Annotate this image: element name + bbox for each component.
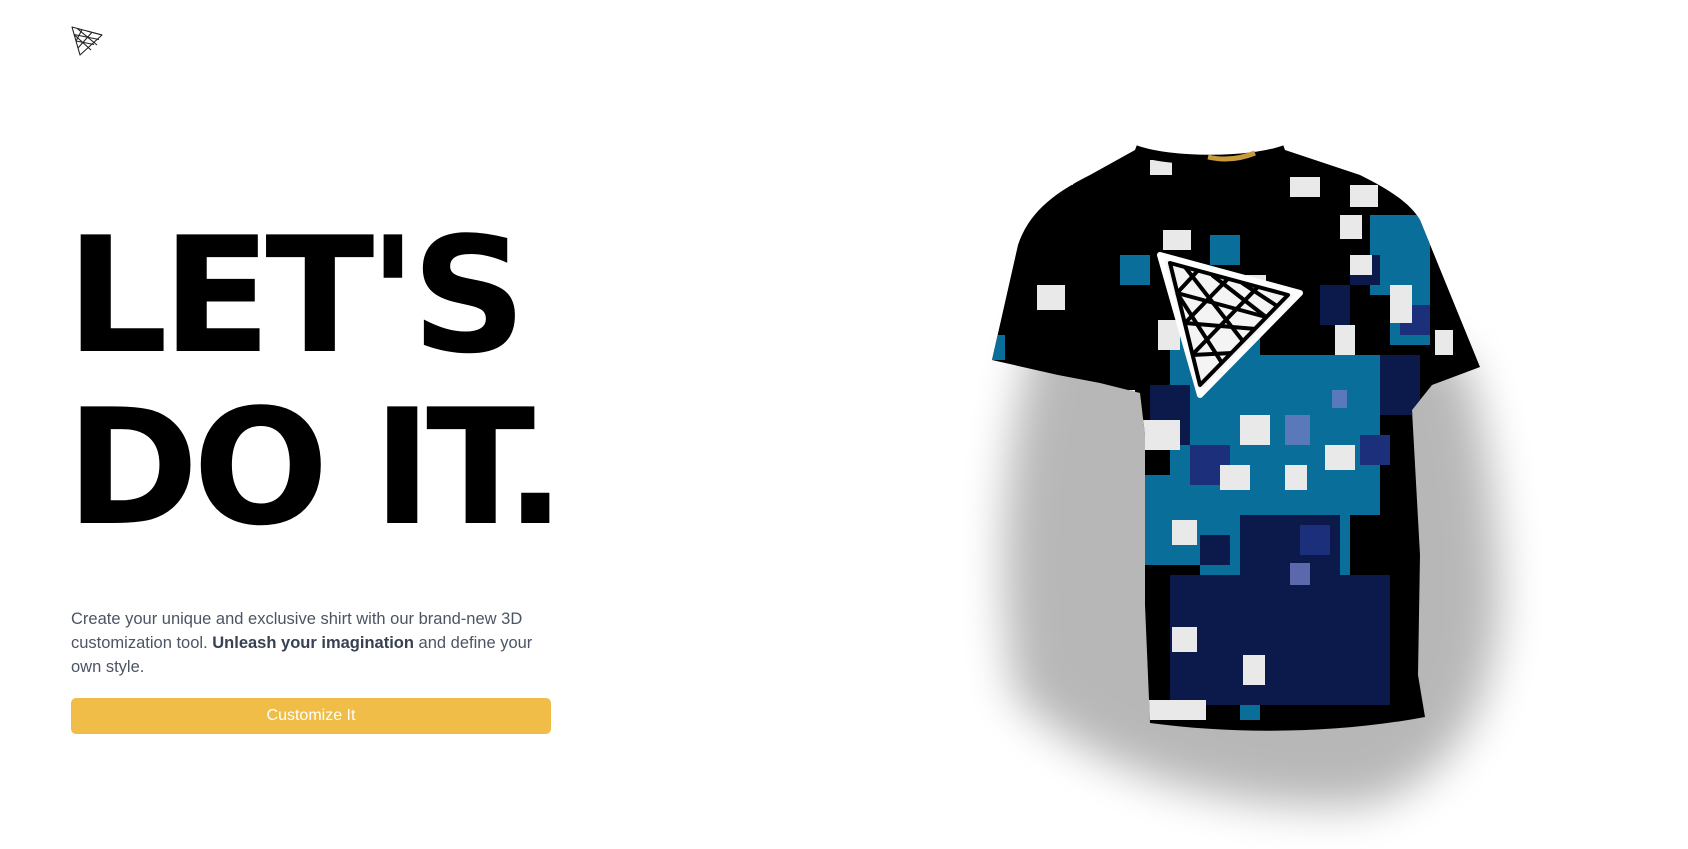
triangle-grid-icon[interactable] xyxy=(70,25,104,57)
shirt-preview[interactable] xyxy=(940,135,1640,849)
hero-heading: LET'S DO IT. xyxy=(66,202,566,561)
intro-emphasis: Unleash your imagination xyxy=(212,634,414,652)
tshirt-illustration xyxy=(992,145,1500,807)
hero-line-2: DO IT. xyxy=(66,374,566,561)
customize-button[interactable]: Customize It xyxy=(71,698,551,734)
hero-line-1: LET'S xyxy=(66,202,527,389)
intro-paragraph: Create your unique and exclusive shirt w… xyxy=(71,607,541,679)
